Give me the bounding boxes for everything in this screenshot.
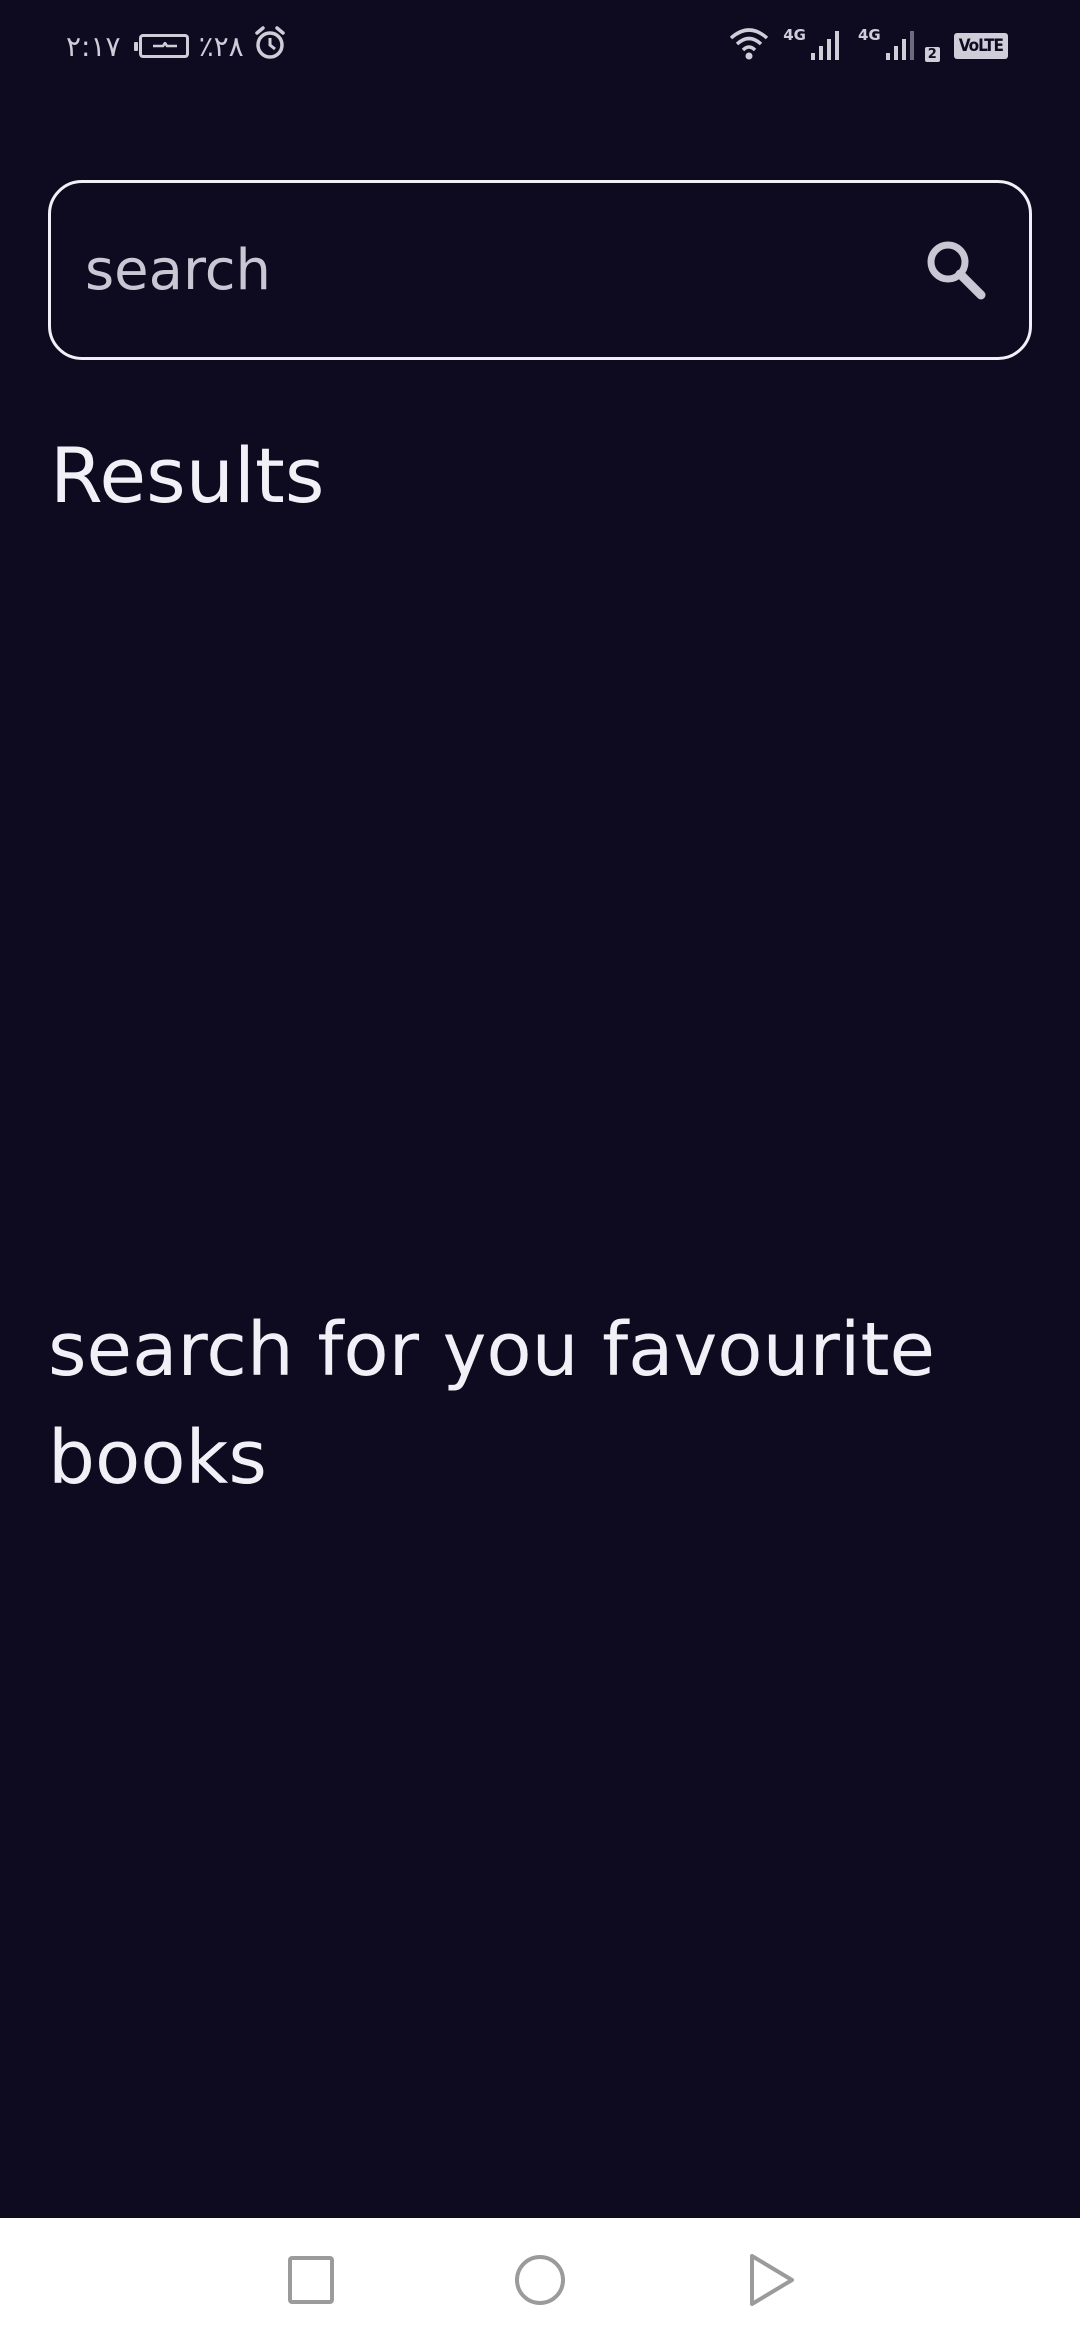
sim-slot-badge: 2 bbox=[924, 47, 940, 62]
back-button[interactable] bbox=[730, 2240, 810, 2320]
circle-icon bbox=[515, 2255, 565, 2305]
status-left: ٢:١٧ ٪٢٨ bbox=[66, 24, 286, 68]
wifi-icon bbox=[729, 26, 769, 66]
search-input[interactable] bbox=[85, 227, 905, 313]
signal-icon bbox=[885, 27, 919, 65]
network-type-1: 4G bbox=[783, 26, 806, 44]
status-right: 4G 4G 2 VoLTE bbox=[729, 24, 1008, 68]
empty-state-message: search for you favourite books bbox=[48, 1307, 935, 1501]
search-icon[interactable] bbox=[923, 237, 989, 303]
home-button[interactable] bbox=[500, 2240, 580, 2320]
battery-percent: ٪٢٨ bbox=[198, 29, 244, 63]
signal-icon bbox=[810, 27, 844, 65]
triangle-back-icon bbox=[750, 2254, 794, 2306]
results-title: Results bbox=[50, 431, 325, 520]
volte-badge: VoLTE bbox=[953, 33, 1008, 59]
search-box bbox=[48, 180, 1032, 360]
battery-icon bbox=[133, 34, 189, 58]
network-type-2: 4G bbox=[857, 26, 881, 44]
recents-button[interactable] bbox=[271, 2240, 351, 2320]
square-icon bbox=[288, 2256, 334, 2304]
navigation-bar bbox=[0, 2218, 1080, 2340]
status-time: ٢:١٧ bbox=[66, 29, 121, 63]
alarm-icon bbox=[254, 25, 286, 67]
search-screen: ٢:١٧ ٪٢٨ 4G 4G 2 VoLTE search Results se… bbox=[0, 0, 1080, 2340]
status-bar: ٢:١٧ ٪٢٨ 4G 4G 2 VoLTE bbox=[0, 0, 1080, 90]
